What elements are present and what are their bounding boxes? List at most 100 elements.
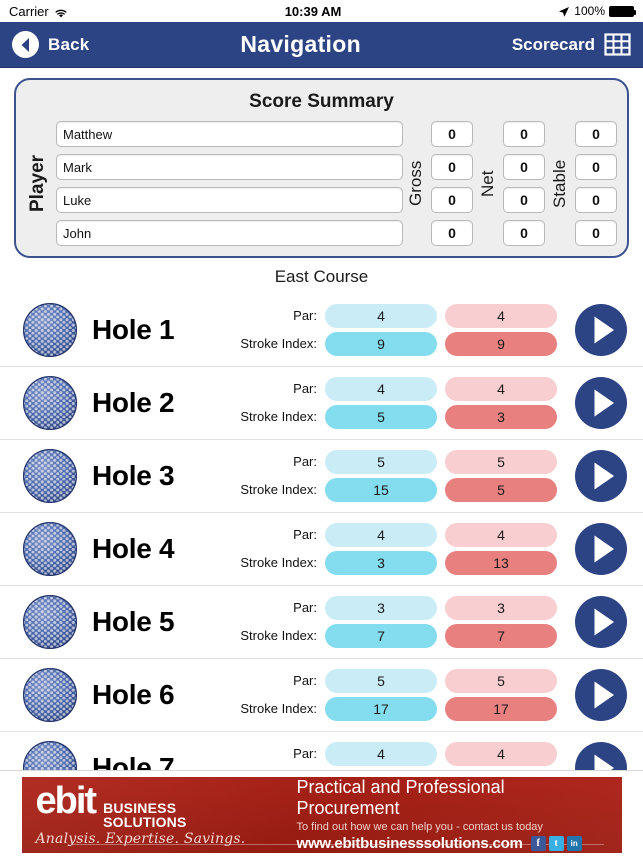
golf-ball-icon <box>22 375 78 431</box>
blue-tee-group: 4 9 <box>325 304 437 356</box>
par-value-red[interactable]: 5 <box>445 450 557 474</box>
net-score-input[interactable] <box>503 154 545 180</box>
player-name-input[interactable] <box>56 187 403 213</box>
score-summary-title: Score Summary <box>249 91 394 112</box>
play-arrow-icon[interactable] <box>573 302 629 358</box>
hole-row[interactable]: Hole 3 Par: Stroke Index: 5 15 5 5 <box>0 440 643 513</box>
stroke-index-value-red[interactable]: 17 <box>445 697 557 721</box>
hole-name-label: Hole 6 <box>92 679 175 710</box>
red-tee-group: 5 17 <box>445 669 557 721</box>
stroke-index-label: Stroke Index: <box>240 336 317 351</box>
play-arrow-icon[interactable] <box>573 521 629 577</box>
stroke-index-label: Stroke Index: <box>240 628 317 643</box>
stroke-index-value-blue[interactable]: 15 <box>325 478 437 502</box>
stroke-index-value-blue[interactable]: 7 <box>325 624 437 648</box>
gross-score-column <box>429 121 475 246</box>
app-root: Carrier 10:39 AM 100% Back Navigation Sc… <box>0 0 643 858</box>
net-score-input[interactable] <box>503 220 545 246</box>
gross-score-input[interactable] <box>431 154 473 180</box>
stable-score-input[interactable] <box>575 121 617 147</box>
carrier-label: Carrier <box>9 3 49 19</box>
play-arrow-icon[interactable] <box>573 594 629 650</box>
facebook-icon[interactable]: f <box>530 836 546 852</box>
back-button[interactable]: Back <box>12 31 89 58</box>
stroke-index-value-red[interactable]: 5 <box>445 478 557 502</box>
golf-ball-icon <box>22 667 78 723</box>
hole-row[interactable]: Hole 6 Par: Stroke Index: 5 17 5 17 <box>0 659 643 732</box>
stable-score-input[interactable] <box>575 154 617 180</box>
par-value-blue[interactable]: 4 <box>325 377 437 401</box>
stroke-index-label: Stroke Index: <box>240 482 317 497</box>
red-tee-group: 4 9 <box>445 304 557 356</box>
hole-stat-labels: Par: Stroke Index: <box>240 594 317 650</box>
scorecard-button[interactable]: Scorecard <box>512 31 631 58</box>
player-name-input[interactable] <box>56 220 403 246</box>
play-arrow-icon[interactable] <box>573 448 629 504</box>
linkedin-icon[interactable]: in <box>566 836 582 852</box>
gross-score-input[interactable] <box>431 187 473 213</box>
back-button-label: Back <box>48 34 90 54</box>
hole-name-label: Hole 1 <box>92 314 175 345</box>
location-arrow-icon <box>558 6 570 18</box>
par-value-red[interactable]: 4 <box>445 523 557 547</box>
par-value-red[interactable]: 4 <box>445 377 557 401</box>
hole-name-label: Hole 3 <box>92 460 175 491</box>
golf-ball-icon <box>22 302 78 358</box>
stroke-index-value-red[interactable]: 3 <box>445 405 557 429</box>
stroke-index-label: Stroke Index: <box>240 555 317 570</box>
advertisement-url[interactable]: www.ebitbusinesssolutions.com <box>297 835 523 852</box>
scorecard-button-label: Scorecard <box>511 34 595 54</box>
play-arrow-icon[interactable] <box>573 375 629 431</box>
hole-row[interactable]: Hole 4 Par: Stroke Index: 4 3 4 13 <box>0 513 643 586</box>
red-tee-group: 4 13 <box>445 523 557 575</box>
blue-tee-group: 3 7 <box>325 596 437 648</box>
stroke-index-value-red[interactable]: 9 <box>445 332 557 356</box>
blue-tee-group: 5 15 <box>325 450 437 502</box>
play-arrow-icon[interactable] <box>573 667 629 723</box>
score-summary-body: Player Gross Net <box>24 121 619 246</box>
stable-column-label: Stable <box>550 159 569 208</box>
hole-row[interactable]: Hole 2 Par: Stroke Index: 4 5 4 3 <box>0 367 643 440</box>
twitter-icon[interactable]: t <box>548 836 564 852</box>
par-value-red[interactable]: 4 <box>445 742 557 766</box>
player-name-input[interactable] <box>56 154 403 180</box>
gross-score-input[interactable] <box>431 220 473 246</box>
par-label: Par: <box>293 308 317 323</box>
score-summary-section: Score Summary Player Gross Net <box>0 68 643 258</box>
player-name-column <box>52 121 403 246</box>
stroke-index-value-blue[interactable]: 17 <box>325 697 437 721</box>
par-value-blue[interactable]: 5 <box>325 669 437 693</box>
red-tee-group: 3 7 <box>445 596 557 648</box>
par-value-blue[interactable]: 4 <box>325 742 437 766</box>
stroke-index-value-blue[interactable]: 9 <box>325 332 437 356</box>
par-value-blue[interactable]: 4 <box>325 304 437 328</box>
par-value-blue[interactable]: 3 <box>325 596 437 620</box>
stroke-index-value-red[interactable]: 7 <box>445 624 557 648</box>
player-name-input[interactable] <box>56 121 403 147</box>
par-value-blue[interactable]: 5 <box>325 450 437 474</box>
gross-score-input[interactable] <box>431 121 473 147</box>
stable-score-input[interactable] <box>575 187 617 213</box>
par-value-red[interactable]: 3 <box>445 596 557 620</box>
hole-row[interactable]: Hole 5 Par: Stroke Index: 3 7 3 7 <box>0 586 643 659</box>
net-column-label: Net <box>478 170 497 197</box>
par-value-blue[interactable]: 4 <box>325 523 437 547</box>
net-score-input[interactable] <box>503 187 545 213</box>
advertisement-banner[interactable]: ebit BUSINESS SOLUTIONS Analysis. Expert… <box>0 770 643 858</box>
stable-score-input[interactable] <box>575 220 617 246</box>
par-value-red[interactable]: 4 <box>445 304 557 328</box>
stroke-index-value-blue[interactable]: 5 <box>325 405 437 429</box>
stroke-index-value-blue[interactable]: 3 <box>325 551 437 575</box>
advertisement-headline: Practical and Professional Procurement <box>296 776 505 818</box>
player-column-label: Player <box>27 154 48 213</box>
blue-tee-group: 4 5 <box>325 377 437 429</box>
stroke-index-value-red[interactable]: 13 <box>445 551 557 575</box>
hole-row[interactable]: Hole 1 Par: Stroke Index: 4 9 4 9 <box>0 294 643 367</box>
net-score-input[interactable] <box>503 121 545 147</box>
par-label: Par: <box>293 454 317 469</box>
status-bar-time: 10:39 AM <box>284 3 342 19</box>
advertisement-brand-block: ebit BUSINESS SOLUTIONS Analysis. Expert… <box>36 782 281 848</box>
advertisement-brand-subtitle: BUSINESS SOLUTIONS <box>103 799 186 829</box>
par-value-red[interactable]: 5 <box>445 669 557 693</box>
advertisement-brand-line1: BUSINESS <box>103 799 177 816</box>
